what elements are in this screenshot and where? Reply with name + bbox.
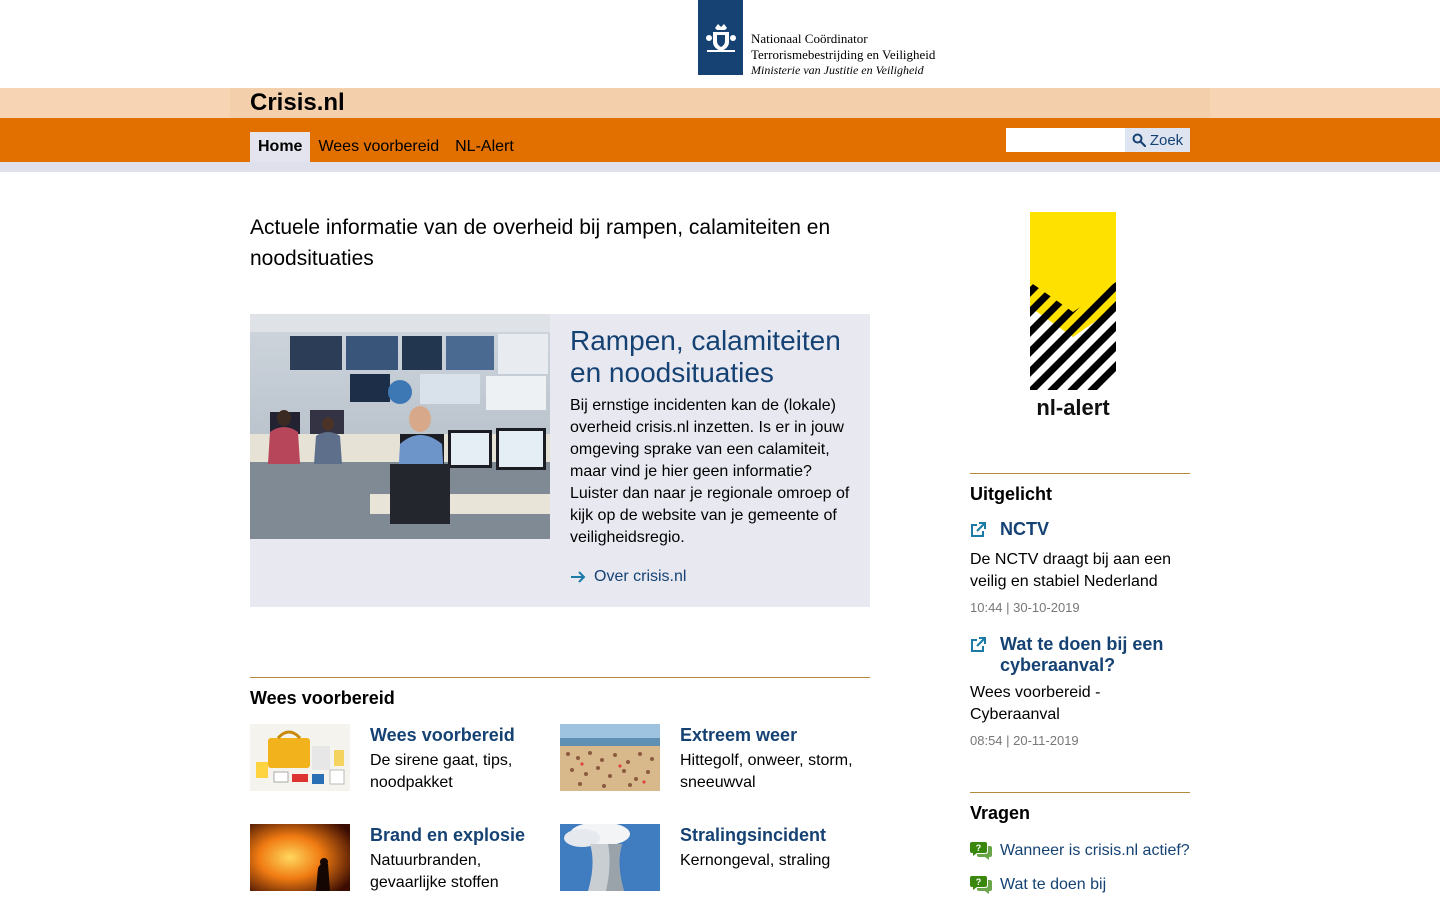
tile-title: Extreem weer xyxy=(680,725,798,745)
nav-item-nl-alert[interactable]: NL-Alert xyxy=(447,132,522,162)
beach-crowd-photo xyxy=(560,724,660,791)
question-bubble-icon: ? xyxy=(970,842,992,860)
tile-title: Brand en explosie xyxy=(370,825,526,845)
nav-item-home[interactable]: Home xyxy=(250,132,311,162)
news-item: NCTV De NCTV draagt bij aan een veilig e… xyxy=(970,519,1190,617)
prepared-section-title: Wees voorbereid xyxy=(250,688,395,708)
site-title-band xyxy=(0,88,1440,118)
main-nav: Home Wees voorbereid NL-Alert xyxy=(250,132,522,162)
sidebar-divider xyxy=(970,473,1190,474)
tile-extreem-weer[interactable]: Extreem weer Hittegolf, onweer, storm, s… xyxy=(560,724,860,814)
external-link-icon xyxy=(970,519,990,543)
svg-text:?: ? xyxy=(976,843,982,853)
intro-text: Actuele informatie van de overheid bij r… xyxy=(250,216,831,270)
search-button[interactable]: Zoek xyxy=(1125,128,1190,152)
feature-title[interactable]: Rampen, calamiteiten en noodsituaties xyxy=(570,325,860,389)
over-crisis-link-label: Over crisis.nl xyxy=(594,568,687,585)
fire-photo xyxy=(250,824,350,891)
svg-text:?: ? xyxy=(976,877,982,887)
tile-desc: De sirene gaat, tips, noodpakket xyxy=(370,752,513,791)
search-input[interactable] xyxy=(1006,128,1125,152)
logo-line-3: Ministerie van Justitie en Veiligheid xyxy=(751,63,924,77)
news-title: NCTV xyxy=(1000,519,1049,539)
news-meta: 10:44 | 30-10-2019 xyxy=(970,600,1080,615)
faq-text: Wanneer is crisis.nl actief? xyxy=(1000,842,1190,859)
emergency-kit-photo xyxy=(250,724,350,791)
crest-icon xyxy=(698,0,743,75)
main-nav-band xyxy=(0,118,1440,162)
news-desc: Wees voorbereid - Cyberaanval xyxy=(970,684,1101,723)
nl-alert-logo[interactable]: nl-alert xyxy=(1030,212,1116,420)
tile-wees-voorbereid[interactable]: Wees voorbereid De sirene gaat, tips, no… xyxy=(250,724,550,814)
nav-item-wees-voorbereid[interactable]: Wees voorbereid xyxy=(310,132,447,162)
question-bubble-icon: ? xyxy=(970,876,992,894)
magnifier-icon xyxy=(1132,133,1146,147)
faq-item[interactable]: ? Wanneer is crisis.nl actief? xyxy=(970,840,1190,862)
search-button-label: Zoek xyxy=(1149,131,1184,149)
tile-stralingsincident[interactable]: Stralingsincident Kernongeval, straling xyxy=(560,824,860,900)
tile-title: Wees voorbereid xyxy=(370,725,515,745)
site-title-band-inner xyxy=(230,88,1210,118)
tile-desc: Natuurbranden, gevaarlijke stoffen xyxy=(370,852,499,891)
arrow-right-icon xyxy=(571,571,586,583)
tile-desc: Kernongeval, straling xyxy=(680,852,831,869)
site-title[interactable]: Crisis.nl xyxy=(250,89,345,117)
section-divider xyxy=(250,677,870,678)
news-link-cyberaanval[interactable]: Wat te doen bij een cyberaanval? xyxy=(970,634,1190,676)
news-link-nctv[interactable]: NCTV xyxy=(970,519,1190,543)
rijksoverheid-logo[interactable]: Nationaal Coördinator Terrorismebestrijd… xyxy=(698,0,936,77)
news-desc: De NCTV draagt bij aan een veilig en sta… xyxy=(970,551,1171,590)
top-header: Nationaal Coördinator Terrorismebestrijd… xyxy=(0,0,1440,88)
nav-sub-band xyxy=(0,162,1440,172)
news-title: Wat te doen bij een cyberaanval? xyxy=(1000,634,1164,675)
news-meta: 08:54 | 20-11-2019 xyxy=(970,733,1079,748)
nl-alert-logo-text: nl-alert xyxy=(1036,395,1110,420)
logo-line-2: Terrorismebestrijding en Veiligheid xyxy=(751,47,936,62)
feature-block: Rampen, calamiteiten en noodsituaties Bi… xyxy=(250,314,870,607)
crisis-center-photo xyxy=(250,314,550,539)
tile-title: Stralingsincident xyxy=(680,825,827,845)
faq-text: Wat te doen bij xyxy=(1000,876,1107,893)
uitgelicht-title: Uitgelicht xyxy=(970,484,1053,504)
tile-desc: Hittegolf, onweer, storm, sneeuwval xyxy=(680,752,853,791)
logo-wordmark: Nationaal Coördinator Terrorismebestrijd… xyxy=(743,0,936,77)
vragen-title: Vragen xyxy=(970,803,1031,823)
sidebar-divider xyxy=(970,792,1190,793)
over-crisis-link[interactable]: Over crisis.nl xyxy=(570,566,686,588)
tile-brand-en-explosie[interactable]: Brand en explosie Natuurbranden, gevaarl… xyxy=(250,824,550,900)
external-link-icon xyxy=(970,634,990,676)
logo-line-1: Nationaal Coördinator xyxy=(751,31,868,46)
cooling-tower-photo xyxy=(560,824,660,891)
feature-body: Bij ernstige incidenten kan de (lokale) … xyxy=(570,397,850,546)
faq-item[interactable]: ? Wat te doen bij xyxy=(970,874,1106,896)
search-form: Zoek xyxy=(1006,128,1190,152)
news-item: Wat te doen bij een cyberaanval? Wees vo… xyxy=(970,634,1190,750)
